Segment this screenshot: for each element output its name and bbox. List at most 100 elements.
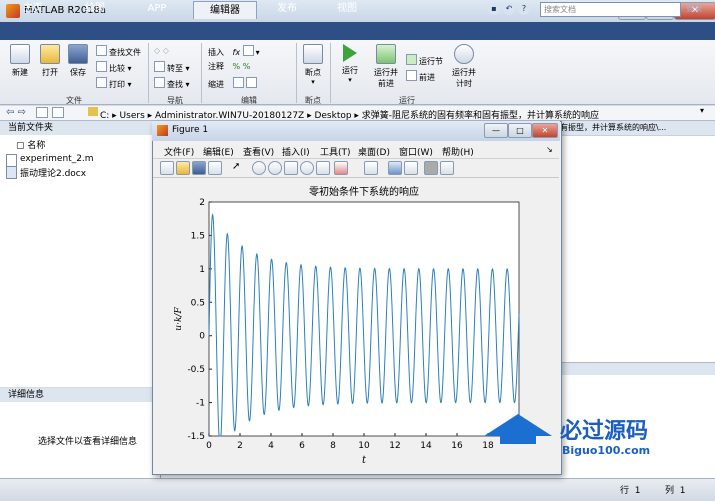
path-dropdown-icon[interactable]: ▾ (700, 106, 704, 115)
run-label: 运行 (342, 66, 358, 75)
advance-label: 前进 (419, 73, 435, 82)
new-button[interactable]: 新建 (6, 44, 34, 78)
comment-label: 注释 (208, 62, 224, 71)
details-header: 详细信息 (0, 388, 160, 402)
save-quick-icon[interactable]: ▪ (488, 3, 500, 15)
find-icon (154, 77, 165, 88)
x-axis-label: t (362, 455, 367, 466)
figure-close-button[interactable]: ✕ (532, 123, 558, 138)
dock-arrow-icon[interactable]: ↘ (546, 145, 553, 154)
new-figure-icon[interactable] (160, 161, 174, 175)
right-panel-content (560, 135, 715, 363)
help-icon[interactable]: ? (518, 3, 530, 15)
zoom-out-icon[interactable] (268, 161, 282, 175)
group-label-run: 运行 (399, 96, 415, 105)
tab-view[interactable]: 视图 (318, 0, 376, 18)
insert-button[interactable]: 插入 fx ▾ (208, 45, 294, 57)
find-files-label: 查找文件 (109, 48, 141, 57)
tab-publish[interactable]: 发布 (258, 0, 316, 18)
zoom-in-icon[interactable] (252, 161, 266, 175)
save-button[interactable]: 保存 (64, 44, 92, 78)
colorbar-icon[interactable] (388, 161, 402, 175)
file-item[interactable]: experiment_2.m (6, 154, 94, 167)
group-separator (201, 43, 202, 103)
search-input[interactable]: 搜索文档 (540, 2, 681, 17)
print-figure-icon[interactable] (208, 161, 222, 175)
open-label: 打开 (42, 68, 58, 77)
x-tick-label: 12 (389, 441, 400, 451)
login-link[interactable]: 登录 (686, 3, 702, 14)
up-folder-icon[interactable] (36, 107, 48, 118)
rotate-icon[interactable] (300, 161, 314, 175)
browse-folder-icon[interactable] (52, 107, 64, 118)
pointer-icon[interactable]: ➚ (232, 161, 244, 173)
nav-back-forward[interactable]: ◇ ◇ (154, 45, 200, 57)
right-panel-header-2 (560, 362, 715, 375)
insert-label: 插入 (208, 48, 224, 57)
link-plot-icon[interactable] (364, 161, 378, 175)
breakpoints-button[interactable]: 断点 ▾ (300, 44, 326, 86)
find-button[interactable]: 查找 ▾ (154, 77, 200, 89)
col-value: 1 (679, 486, 686, 496)
figure-title: Figure 1 (172, 125, 209, 135)
menu-help[interactable]: 帮助(H) (442, 145, 474, 158)
menu-edit[interactable]: 编辑(E) (203, 145, 234, 158)
indent-button[interactable]: 缩进 (208, 77, 294, 89)
save-figure-icon[interactable] (192, 161, 206, 175)
menu-view[interactable]: 查看(V) (243, 145, 274, 158)
run-time-button[interactable]: 运行并 计时 (450, 44, 478, 89)
x-tick-label: 0 (206, 441, 212, 451)
menu-window[interactable]: 窗口(W) (399, 145, 433, 158)
find-files-button[interactable]: 查找文件 (96, 45, 148, 57)
run-section-icon (406, 54, 417, 65)
file-item[interactable]: 振动理论2.docx (6, 166, 87, 179)
file-name: 振动理论2.docx (20, 169, 87, 179)
goto-button[interactable]: 转至 ▾ (154, 61, 200, 73)
folder-icon (88, 107, 98, 116)
indent-icon (232, 77, 244, 88)
comment-icon: % (232, 62, 241, 71)
name-column-header[interactable]: ▢ 名称 (16, 138, 45, 151)
brush-icon[interactable] (334, 161, 348, 175)
word-file-icon (6, 166, 17, 179)
save-icon (68, 44, 88, 64)
legend-icon[interactable] (404, 161, 418, 175)
compare-button[interactable]: 比较 ▾ (96, 61, 148, 73)
run-section-button[interactable]: 运行节 (406, 54, 448, 66)
figure-minimize-button[interactable]: — (484, 123, 508, 138)
data-cursor-icon[interactable] (316, 161, 330, 175)
axes-box (208, 201, 520, 437)
pan-icon[interactable] (284, 161, 298, 175)
print-button[interactable]: 打印 ▾ (96, 77, 148, 89)
y-tick-label: -0.5 (187, 365, 205, 375)
menu-file[interactable]: 文件(F) (164, 145, 194, 158)
goto-icon (154, 61, 165, 72)
advance-button[interactable]: 前进 (406, 70, 448, 82)
hide-plot-tools-icon[interactable] (424, 161, 438, 175)
details-message: 选择文件以查看详细信息 (38, 437, 138, 447)
group-label-edit: 编辑 (241, 96, 257, 105)
run-button[interactable]: 运行 ▾ (336, 44, 364, 84)
show-plot-tools-icon[interactable] (440, 161, 454, 175)
figure-maximize-button[interactable]: □ (508, 123, 532, 138)
open-button[interactable]: 打开 (36, 44, 64, 78)
menu-insert[interactable]: 插入(I) (282, 145, 310, 158)
new-label: 新建 (12, 68, 28, 77)
comment-button[interactable]: 注释 % % (208, 61, 294, 73)
run-icon (343, 44, 357, 62)
current-path[interactable]: C: ▸ Users ▸ Administrator.WIN7U-2018012… (100, 108, 599, 121)
tab-plots[interactable]: 绘图 (66, 0, 124, 18)
breakpoints-icon (303, 44, 323, 64)
menu-tools[interactable]: 工具(T) (320, 145, 351, 158)
menu-desktop[interactable]: 桌面(D) (358, 145, 390, 158)
run-advance-button[interactable]: 运行并 前进 (370, 44, 402, 89)
tab-editor[interactable]: 编辑器 (193, 1, 257, 19)
open-file-icon[interactable] (176, 161, 190, 175)
run-time-label: 运行并 计时 (452, 68, 476, 88)
y-tick-label: 1.5 (191, 231, 205, 241)
tab-apps[interactable]: APP (128, 0, 186, 18)
insert-icon (242, 45, 254, 56)
back-forward-arrows-icon[interactable]: ⇦ ⇨ (6, 107, 26, 118)
undo-icon[interactable]: ↶ (503, 3, 515, 15)
tab-home[interactable]: 主页 (4, 0, 62, 18)
